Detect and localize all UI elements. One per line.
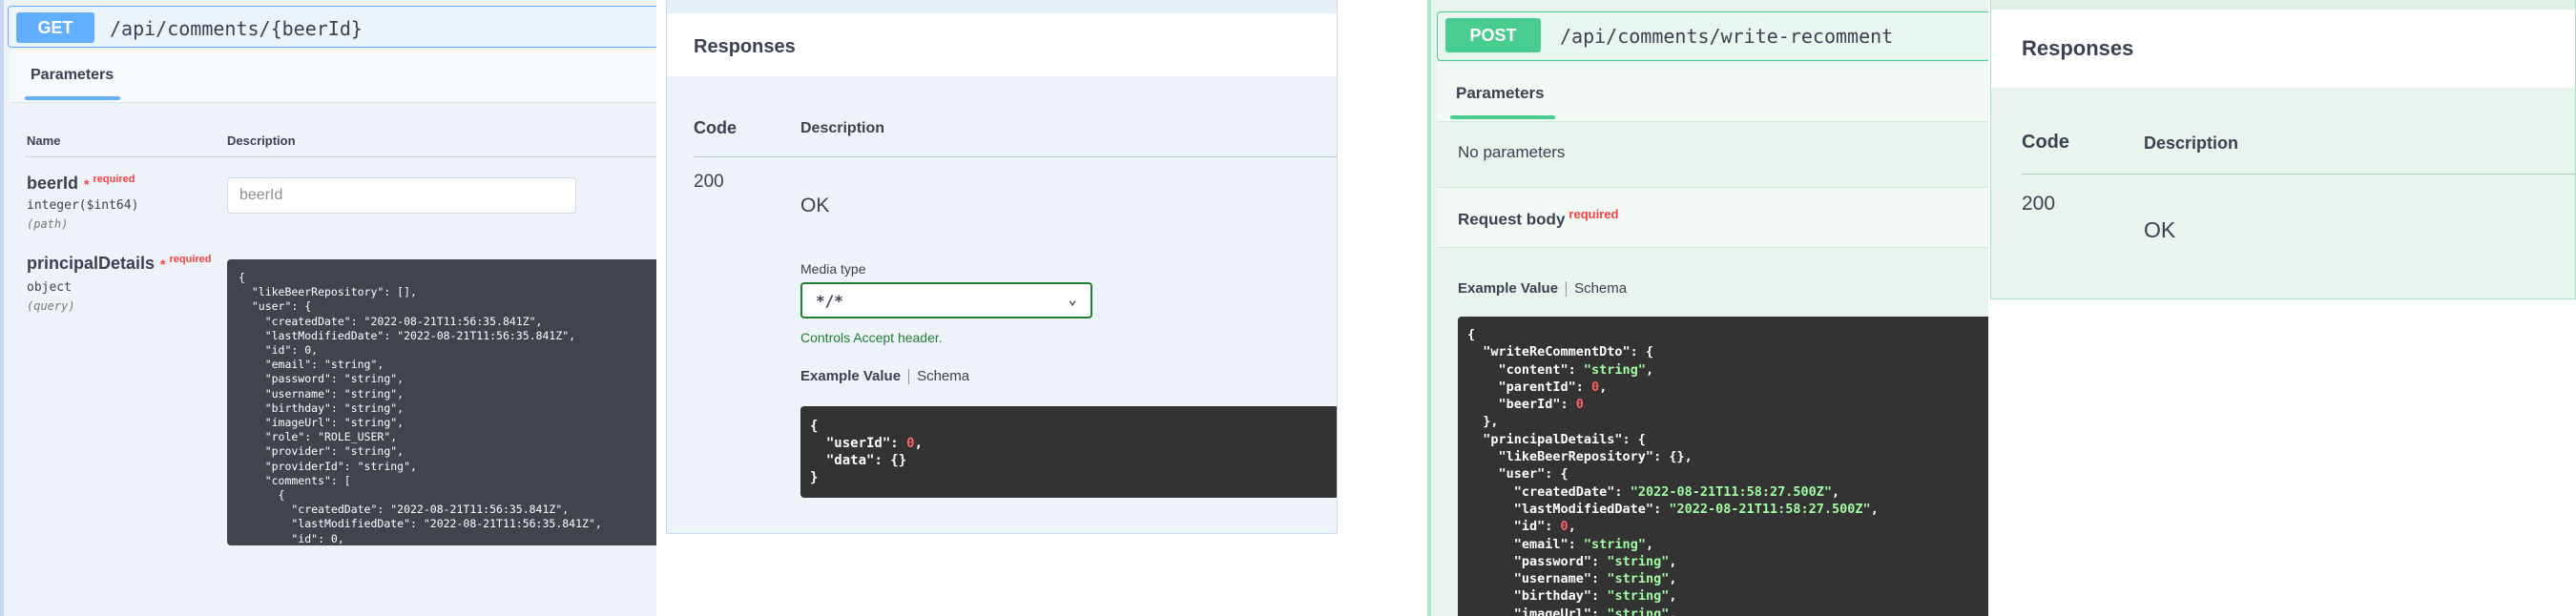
param-type-principaldetails: object bbox=[27, 280, 72, 295]
media-type-select[interactable]: */* ⌄ bbox=[800, 282, 1092, 318]
column-header-code: Code bbox=[2022, 132, 2069, 153]
principaldetails-textarea[interactable]: { "likeBeerRepository": [], "user": { "c… bbox=[227, 259, 656, 545]
post-method-badge: POST bbox=[1445, 18, 1541, 52]
tab-parameters[interactable]: Parameters bbox=[1456, 84, 1545, 103]
post-operation-path: /api/comments/write-recomment bbox=[1560, 25, 1894, 48]
param-in-principaldetails: (query) bbox=[27, 299, 75, 313]
chevron-down-icon: ⌄ bbox=[1068, 290, 1077, 308]
get-responses-panel: Responses Code Description 200 OK Media … bbox=[666, 0, 1338, 534]
example-value-tab[interactable]: Example Value bbox=[800, 368, 901, 384]
responses-divider bbox=[694, 156, 1337, 157]
column-header-description: Description bbox=[800, 120, 885, 136]
schema-tab[interactable]: Schema bbox=[1574, 280, 1627, 297]
beerid-input[interactable]: beerId bbox=[227, 177, 576, 214]
column-header-code: Code bbox=[694, 118, 737, 137]
param-name-beerid: beerId * required bbox=[27, 174, 135, 193]
response-code: 200 bbox=[2022, 193, 2056, 215]
get-operation-summary[interactable]: GET /api/comments/{beerId} bbox=[8, 6, 656, 48]
schema-tab[interactable]: Schema bbox=[917, 368, 969, 384]
header-divider bbox=[25, 156, 656, 157]
example-value-tab[interactable]: Example Value bbox=[1458, 280, 1558, 297]
post-operation-panel: POST /api/comments/write-recomment Param… bbox=[1427, 0, 1988, 616]
top-strip bbox=[667, 0, 1337, 13]
responses-title: Responses bbox=[2022, 36, 2134, 60]
request-body-example-code[interactable]: { "writeReCommentDto": { "content": "str… bbox=[1458, 317, 1988, 616]
get-operation-path: /api/comments/{beerId} bbox=[110, 17, 363, 40]
column-header-name: Name bbox=[27, 133, 61, 148]
responses-title: Responses bbox=[694, 36, 796, 57]
no-parameters-text: No parameters bbox=[1458, 143, 1566, 161]
response-description: OK bbox=[800, 195, 830, 216]
required-label: required bbox=[93, 174, 135, 185]
param-in-beerid: (path) bbox=[27, 217, 69, 231]
request-body-title: Request body required bbox=[1458, 207, 1619, 229]
tab-separator bbox=[908, 369, 910, 385]
param-type-beerid: integer($int64) bbox=[27, 198, 139, 213]
tab-parameters-underline bbox=[25, 96, 120, 100]
column-header-description: Description bbox=[2144, 133, 2239, 153]
example-schema-tabs: Example Value Schema bbox=[800, 368, 969, 385]
example-schema-tabs: Example Value Schema bbox=[1458, 280, 1627, 298]
required-star: * bbox=[84, 176, 90, 192]
get-method-badge: GET bbox=[16, 12, 94, 43]
required-label: required bbox=[1568, 207, 1619, 221]
response-example-code: { "userId": 0, "data": {} } bbox=[800, 406, 1337, 498]
response-code: 200 bbox=[694, 172, 724, 192]
post-operation-summary[interactable]: POST /api/comments/write-recomment bbox=[1437, 11, 1988, 61]
tab-parameters-underline bbox=[1450, 115, 1555, 119]
tab-separator bbox=[1566, 281, 1568, 298]
param-name-principaldetails: principalDetails * required bbox=[27, 254, 212, 273]
get-tab-header: Parameters bbox=[10, 50, 656, 103]
required-star: * bbox=[160, 257, 166, 272]
media-type-label: Media type bbox=[800, 261, 866, 277]
request-body-header: Request body required bbox=[1437, 187, 1988, 248]
required-label: required bbox=[169, 254, 212, 265]
post-responses-panel: Responses Code Description 200 OK bbox=[1990, 0, 2576, 299]
responses-divider bbox=[2022, 174, 2575, 175]
get-operation-panel: GET /api/comments/{beerId} Parameters Na… bbox=[0, 0, 656, 616]
post-tab-header: Parameters bbox=[1437, 63, 1988, 122]
response-description: OK bbox=[2144, 217, 2176, 242]
column-header-description: Description bbox=[227, 133, 296, 148]
tab-parameters[interactable]: Parameters bbox=[31, 67, 114, 84]
controls-accept-header: Controls Accept header. bbox=[800, 330, 943, 345]
top-strip bbox=[1991, 0, 2575, 10]
